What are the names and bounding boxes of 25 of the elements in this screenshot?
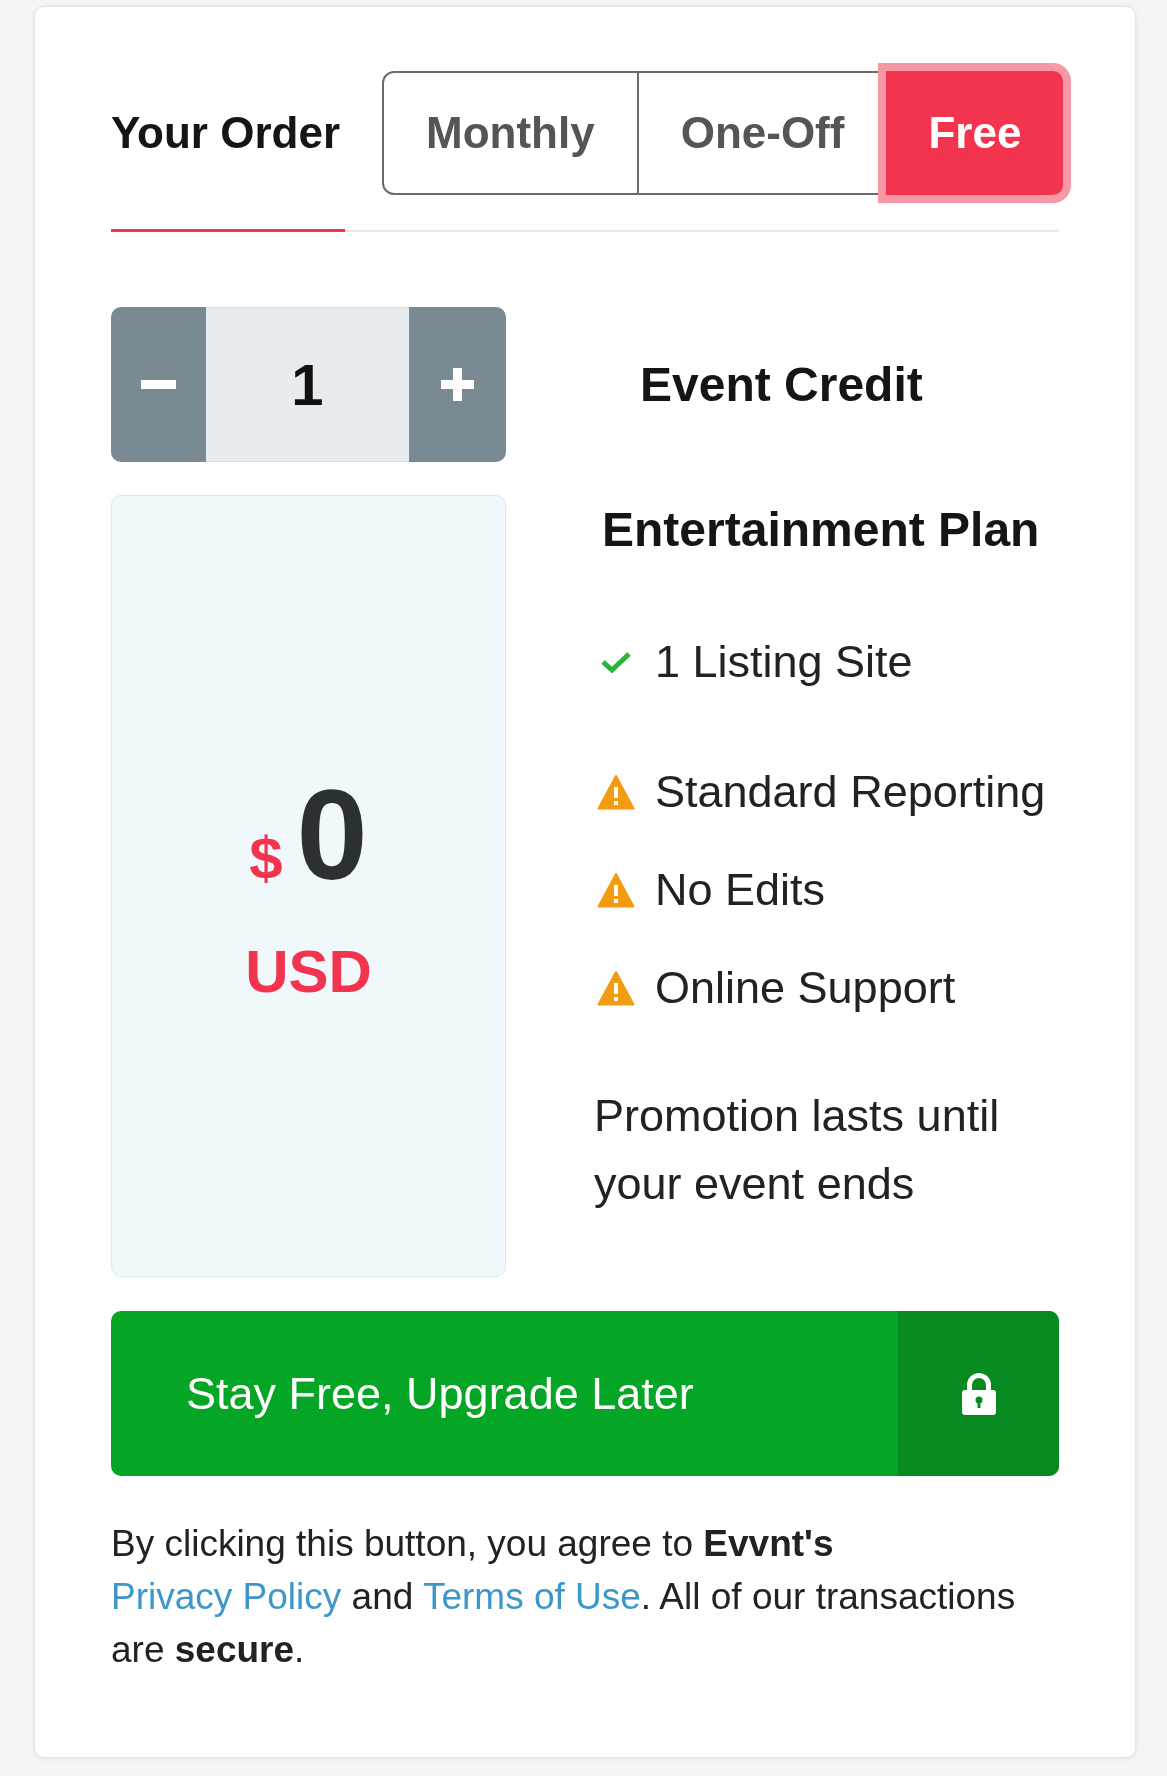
plus-icon xyxy=(441,368,474,401)
increase-button[interactable] xyxy=(409,307,506,462)
warning-icon xyxy=(597,774,635,810)
product-name: Event Credit xyxy=(640,360,923,409)
quantity-field[interactable]: 1 xyxy=(206,307,409,462)
policy-link[interactable]: Privacy Policy xyxy=(111,1576,342,1617)
promotion-note: Promotion lasts until your event ends xyxy=(594,1089,1001,1211)
plan-title: Entertainment Plan xyxy=(601,502,1041,558)
stay-free-button[interactable]: Stay Free, Upgrade Later xyxy=(111,1311,1059,1476)
price-amount: 0 xyxy=(296,771,368,899)
currency-symbol: $ xyxy=(249,829,283,889)
plan-tab[interactable]: Monthly xyxy=(384,73,637,193)
feature-text: 1 Listing Site xyxy=(655,635,913,689)
feature-text: Online Support xyxy=(655,961,956,1015)
minus-icon xyxy=(141,380,176,389)
decrease-button[interactable] xyxy=(111,307,206,462)
currency-code: USD xyxy=(245,942,372,1002)
warning-icon xyxy=(597,970,635,1006)
feature-text: Standard Reporting xyxy=(655,765,1046,819)
order-title: Your Order xyxy=(111,111,340,155)
feature-text: No Edits xyxy=(655,863,826,917)
warning-icon xyxy=(597,872,635,908)
policy-link[interactable]: Terms of Use xyxy=(422,1576,641,1617)
check-icon xyxy=(600,651,632,673)
disclaimer-text: By clicking this button, you agree to Evvnt's Privacy Policy and Terms of Use. All of our transactions are secure. xyxy=(111,1522,1017,1672)
